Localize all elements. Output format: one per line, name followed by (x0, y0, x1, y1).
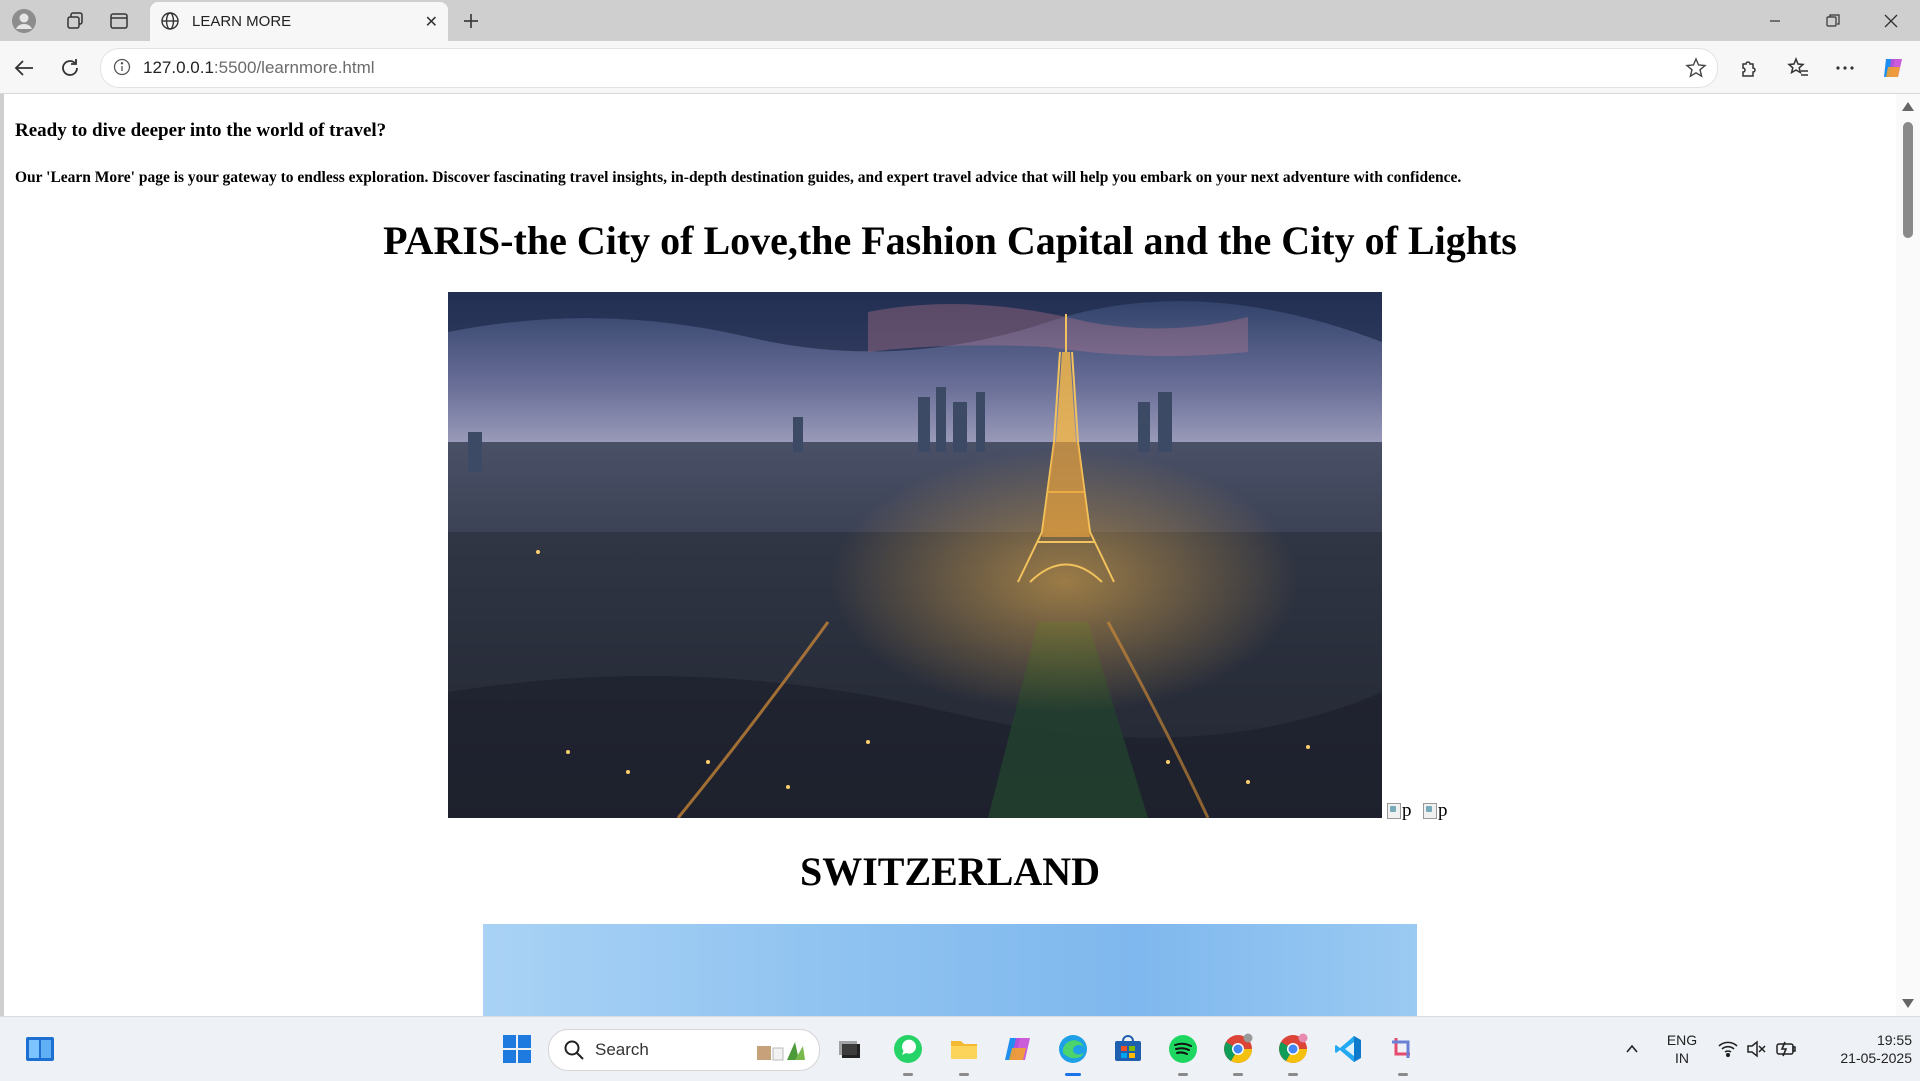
new-tab-icon[interactable] (458, 8, 484, 34)
running-indicator (959, 1073, 969, 1076)
restore-icon[interactable] (1810, 8, 1856, 34)
task-view-icon[interactable] (832, 1031, 868, 1067)
running-indicator (903, 1073, 913, 1076)
close-tab-icon[interactable]: ✕ (425, 12, 438, 32)
clock-time: 19:55 (1876, 1032, 1912, 1048)
whatsapp-icon[interactable] (890, 1031, 926, 1076)
running-indicator (1233, 1073, 1243, 1076)
running-indicator (1178, 1073, 1188, 1076)
url-text: 127.0.0.1:5500/learnmore.html (143, 58, 375, 78)
copilot-icon[interactable] (1878, 53, 1908, 83)
paris-eiffel-tower-image (448, 292, 1382, 818)
back-arrow-icon[interactable] (9, 53, 39, 83)
vertical-tabs-icon[interactable] (106, 8, 132, 34)
profile-icon[interactable] (11, 8, 37, 34)
chrome-profile-1-icon[interactable] (1220, 1031, 1256, 1076)
browser-tab-bar: LEARN MORE ✕ (0, 0, 1920, 41)
show-hidden-icons-chevron-icon[interactable] (1614, 1031, 1650, 1067)
vscode-icon[interactable] (1330, 1031, 1366, 1067)
running-indicator (1398, 1073, 1408, 1076)
extensions-icon[interactable] (1734, 53, 1764, 83)
file-explorer-icon[interactable] (946, 1031, 982, 1076)
page-viewport: Ready to dive deeper into the world of t… (4, 94, 1896, 1016)
tab-learn-more[interactable]: LEARN MORE ✕ (150, 2, 448, 41)
scroll-down-arrow-icon[interactable] (1902, 999, 1914, 1008)
address-bar[interactable]: 127.0.0.1:5500/learnmore.html (100, 48, 1718, 88)
widgets-icon[interactable] (22, 1031, 58, 1067)
copilot-app-icon[interactable] (1000, 1031, 1036, 1067)
url-host: 127.0.0.1 (143, 58, 214, 77)
minimize-icon[interactable] (1752, 8, 1798, 34)
broken-image-icon (1387, 803, 1401, 819)
scroll-thumb[interactable] (1903, 122, 1913, 238)
chrome-profile-2-icon[interactable] (1275, 1031, 1311, 1076)
language-code: ENG (1666, 1032, 1698, 1048)
scroll-up-arrow-icon[interactable] (1902, 102, 1914, 111)
windows-start-icon[interactable] (499, 1031, 535, 1067)
windows-taskbar: Search ENG IN 19:55 21-05-2025 (0, 1016, 1920, 1081)
page-scrollbar[interactable] (1896, 94, 1920, 1016)
input-language-indicator[interactable]: ENG IN (1664, 1031, 1700, 1067)
intro-heading: Ready to dive deeper into the world of t… (15, 120, 387, 141)
region-code: IN (1675, 1050, 1689, 1066)
switzerland-heading: SWITZERLAND (799, 849, 1101, 894)
active-indicator (1065, 1073, 1081, 1076)
tab-title: LEARN MORE (192, 13, 292, 30)
search-highlight-icon (751, 1036, 807, 1069)
workspaces-icon[interactable] (62, 8, 88, 34)
intro-paragraph: Our 'Learn More' page is your gateway to… (15, 169, 1462, 186)
broken-image-1: p (1387, 800, 1412, 822)
more-menu-icon[interactable] (1830, 53, 1860, 83)
site-info-icon[interactable] (113, 58, 131, 81)
spotify-icon[interactable] (1165, 1031, 1201, 1076)
snipping-tool-icon[interactable] (1385, 1031, 1421, 1076)
favorite-star-icon[interactable] (1685, 57, 1707, 84)
edge-browser-icon[interactable] (1055, 1031, 1091, 1076)
running-indicator (1288, 1073, 1298, 1076)
clock[interactable]: 19:55 21-05-2025 (1808, 1031, 1912, 1067)
search-label: Search (595, 1040, 649, 1059)
broken-image-icon (1423, 803, 1437, 819)
broken-image-2: p (1423, 800, 1448, 822)
battery-charging-icon[interactable] (1768, 1031, 1804, 1067)
search-icon (563, 1039, 585, 1066)
close-window-icon[interactable] (1868, 8, 1914, 34)
favorites-icon[interactable] (1783, 53, 1813, 83)
learn-more-page: Ready to dive deeper into the world of t… (4, 94, 1896, 1016)
globe-icon (160, 11, 180, 36)
broken-image-alt: p (1438, 800, 1448, 821)
microsoft-store-icon[interactable] (1110, 1031, 1146, 1067)
taskbar-search-box[interactable]: Search (548, 1029, 820, 1071)
url-path: :5500/learnmore.html (213, 58, 375, 77)
clock-date: 21-05-2025 (1840, 1050, 1912, 1066)
broken-image-alt: p (1402, 800, 1412, 821)
switzerland-image (483, 924, 1417, 1016)
refresh-icon[interactable] (55, 53, 85, 83)
paris-heading: PARIS-the City of Love,the Fashion Capit… (383, 218, 1517, 263)
browser-toolbar: 127.0.0.1:5500/learnmore.html (0, 41, 1920, 94)
